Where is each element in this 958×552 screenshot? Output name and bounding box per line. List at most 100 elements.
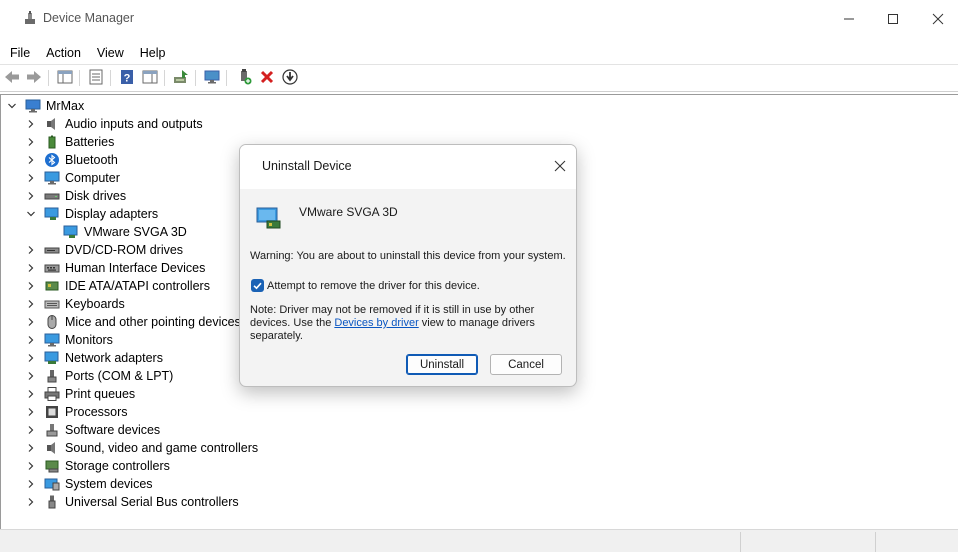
- tree-item-label: Batteries: [65, 135, 115, 149]
- status-separator: [875, 532, 876, 552]
- chevron-right-icon[interactable]: [26, 407, 36, 417]
- chevron-right-icon[interactable]: [26, 479, 36, 489]
- status-separator: [740, 532, 741, 552]
- remove-driver-checkbox-label[interactable]: Attempt to remove the driver for this de…: [267, 280, 480, 292]
- tree-item-sound-video-game[interactable]: Sound, video and game controllers: [26, 439, 258, 457]
- menu-file[interactable]: File: [2, 42, 38, 64]
- tree-item-storage-controllers[interactable]: Storage controllers: [26, 457, 170, 475]
- tree-item-computer[interactable]: Computer: [26, 169, 120, 187]
- forward-button[interactable]: [25, 68, 43, 86]
- properties-button[interactable]: [87, 68, 105, 86]
- tree-item-ide[interactable]: IDE ATA/ATAPI controllers: [26, 277, 210, 295]
- uninstall-device-button[interactable]: [258, 68, 276, 86]
- devices-by-driver-link[interactable]: Devices by driver: [334, 317, 418, 329]
- delete-x-icon: [260, 70, 274, 84]
- system-device-icon: [44, 476, 60, 492]
- toolbar-separator: [110, 70, 111, 86]
- port-icon: [44, 368, 60, 384]
- disable-device-button[interactable]: [281, 68, 299, 86]
- tree-item-print-queues[interactable]: Print queues: [26, 385, 135, 403]
- title-bar: Device Manager: [0, 0, 958, 38]
- display-adapter-icon: [63, 224, 79, 240]
- status-bar: [0, 529, 958, 552]
- menu-view[interactable]: View: [89, 42, 132, 64]
- remove-driver-checkbox[interactable]: [251, 279, 264, 292]
- chevron-right-icon[interactable]: [26, 137, 36, 147]
- tree-item-label: Universal Serial Bus controllers: [65, 495, 239, 509]
- tree-item-disk-drives[interactable]: Disk drives: [26, 187, 126, 205]
- chevron-right-icon[interactable]: [26, 443, 36, 453]
- display-adapter-icon: [255, 204, 283, 232]
- chevron-right-icon[interactable]: [26, 461, 36, 471]
- software-device-icon: [44, 422, 60, 438]
- tree-item-bluetooth[interactable]: Bluetooth: [26, 151, 118, 169]
- show-hide-console-tree-button[interactable]: [56, 68, 74, 86]
- tree-item-label: DVD/CD-ROM drives: [65, 243, 184, 257]
- tree-item-keyboards[interactable]: Keyboards: [26, 295, 125, 313]
- tree-item-system-devices[interactable]: System devices: [26, 475, 153, 493]
- tree-root-mrmax[interactable]: MrMax: [7, 97, 84, 115]
- tree-item-mice[interactable]: Mice and other pointing devices: [26, 313, 241, 331]
- toolbar-separator: [79, 70, 80, 86]
- action-pane-button[interactable]: [141, 68, 159, 86]
- printer-icon: [44, 386, 60, 402]
- update-driver-button[interactable]: [172, 68, 190, 86]
- tree-item-label: Disk drives: [65, 189, 127, 203]
- minimize-button[interactable]: [826, 5, 872, 33]
- tree-item-dvd-drives[interactable]: DVD/CD-ROM drives: [26, 241, 183, 259]
- scan-hardware-changes-button[interactable]: [203, 68, 221, 86]
- dialog-header: Uninstall Device: [240, 145, 576, 189]
- tree-item-processors[interactable]: Processors: [26, 403, 128, 421]
- chevron-right-icon[interactable]: [26, 191, 36, 201]
- cancel-button[interactable]: Cancel: [490, 354, 562, 375]
- tree-item-label: Audio inputs and outputs: [65, 117, 203, 131]
- tree-item-vmware-svga[interactable]: VMware SVGA 3D: [63, 223, 187, 241]
- chevron-right-icon[interactable]: [26, 335, 36, 345]
- tree-item-ports[interactable]: Ports (COM & LPT): [26, 367, 173, 385]
- enable-device-button[interactable]: [235, 68, 253, 86]
- back-button[interactable]: [3, 68, 21, 86]
- uninstall-button[interactable]: Uninstall: [406, 354, 478, 375]
- mouse-icon: [44, 314, 60, 330]
- chevron-right-icon[interactable]: [26, 497, 36, 507]
- maximize-button[interactable]: [870, 5, 916, 33]
- menu-action[interactable]: Action: [38, 42, 89, 64]
- chevron-right-icon[interactable]: [26, 119, 36, 129]
- chevron-right-icon[interactable]: [26, 155, 36, 165]
- tree-item-batteries[interactable]: Batteries: [26, 133, 114, 151]
- chevron-right-icon[interactable]: [26, 245, 36, 255]
- chevron-right-icon[interactable]: [26, 353, 36, 363]
- properties-icon: [89, 69, 103, 85]
- help-button[interactable]: ?: [118, 68, 136, 86]
- chevron-right-icon[interactable]: [26, 173, 36, 183]
- tree-item-monitors[interactable]: Monitors: [26, 331, 113, 349]
- chevron-right-icon[interactable]: [26, 389, 36, 399]
- minimize-icon: [844, 18, 854, 20]
- hid-icon: [44, 260, 60, 276]
- computer-icon: [25, 98, 41, 114]
- menu-help[interactable]: Help: [132, 42, 174, 64]
- chevron-right-icon[interactable]: [26, 281, 36, 291]
- tree-item-display-adapters[interactable]: Display adapters: [26, 205, 158, 223]
- chevron-right-icon[interactable]: [26, 299, 36, 309]
- chevron-right-icon[interactable]: [26, 425, 36, 435]
- dialog-title: Uninstall Device: [262, 159, 352, 173]
- speaker-icon: [44, 116, 60, 132]
- dialog-close-button[interactable]: [553, 159, 567, 173]
- device-manager-icon: [22, 10, 38, 26]
- tree-item-network[interactable]: Network adapters: [26, 349, 163, 367]
- chevron-right-icon[interactable]: [26, 371, 36, 381]
- dvd-drive-icon: [44, 242, 60, 258]
- chevron-right-icon[interactable]: [26, 317, 36, 327]
- tree-item-usb[interactable]: Universal Serial Bus controllers: [26, 493, 239, 511]
- tree-item-software-devices[interactable]: Software devices: [26, 421, 160, 439]
- tree-item-label: Mice and other pointing devices: [65, 315, 241, 329]
- close-window-button[interactable]: [915, 5, 958, 33]
- monitor-icon: [44, 332, 60, 348]
- chevron-down-icon[interactable]: [26, 209, 36, 219]
- tree-item-hid[interactable]: Human Interface Devices: [26, 259, 205, 277]
- chevron-right-icon[interactable]: [26, 263, 36, 273]
- chevron-down-icon[interactable]: [7, 101, 17, 111]
- display-adapter-icon: [44, 206, 60, 222]
- tree-item-audio[interactable]: Audio inputs and outputs: [26, 115, 203, 133]
